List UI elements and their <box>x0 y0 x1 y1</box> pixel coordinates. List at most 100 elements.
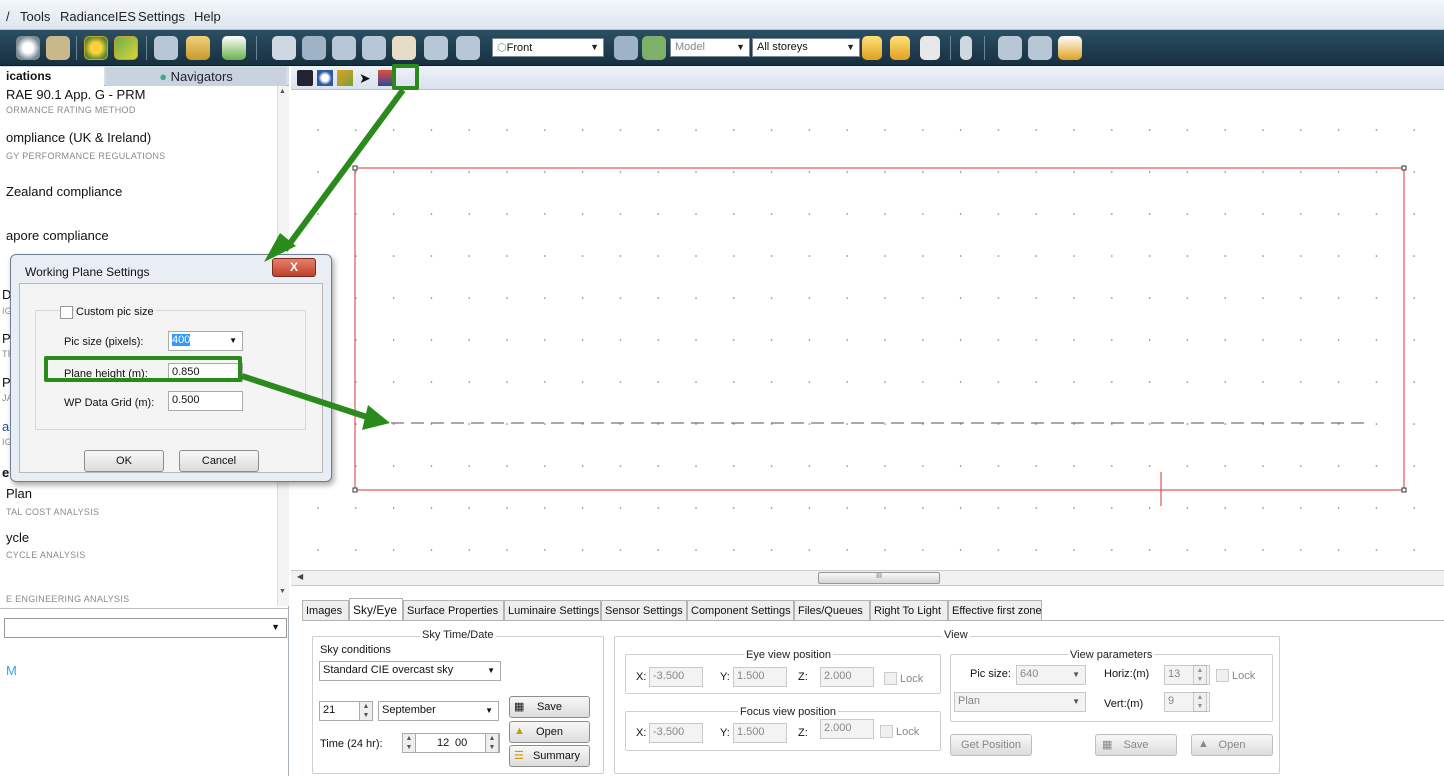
tab-component-settings[interactable]: Component Settings <box>687 600 794 620</box>
zoom-in-icon[interactable] <box>332 36 356 60</box>
focus-z-field[interactable]: 2.000 <box>820 719 874 739</box>
eye-y-field[interactable]: 1.500 <box>733 667 787 687</box>
sky-open-button[interactable]: ▲ Open <box>509 721 590 743</box>
pick-icon[interactable] <box>337 70 353 86</box>
menu-help[interactable]: Help <box>194 9 221 24</box>
scroll-left-icon[interactable]: ◀ <box>297 572 303 581</box>
day-stepper[interactable]: ▲ ▼ <box>359 701 373 721</box>
room-corner-handle[interactable] <box>352 487 358 493</box>
list-item-subtitle: CYCLE ANALYSIS <box>6 550 86 560</box>
tab-images[interactable]: Images <box>302 600 349 620</box>
navigator-tab-icon: ● <box>159 69 168 84</box>
sky-summary-button[interactable]: ☰ Summary <box>509 745 590 767</box>
room-corner-handle[interactable] <box>1401 165 1407 171</box>
minute-stepper[interactable]: ▲ ▼ <box>485 733 499 753</box>
tab-right-to-light[interactable]: Right To Light <box>870 600 948 620</box>
tab-surface-properties[interactable]: Surface Properties <box>403 600 504 620</box>
scroll-down-icon[interactable]: ▼ <box>279 588 286 595</box>
pic-size-select[interactable]: 400 ▼ <box>168 331 243 351</box>
rotate-back-icon[interactable] <box>456 36 480 60</box>
eye-x-field[interactable]: -3.500 <box>649 667 703 687</box>
pan-icon[interactable] <box>392 36 416 60</box>
highlight-plane-height <box>44 356 242 382</box>
list-item[interactable]: ompliance (UK & Ireland) <box>6 130 151 145</box>
storey-select[interactable]: All storeys ▼ <box>752 38 860 57</box>
vert-stepper[interactable]: ▲ ▼ <box>1193 692 1207 712</box>
view-icon[interactable] <box>16 36 40 60</box>
prev-icon[interactable] <box>614 36 638 60</box>
tab-files-queues[interactable]: Files/Queues <box>794 600 870 620</box>
wp-grid-field[interactable]: 0.500 <box>168 391 243 411</box>
horiz-stepper[interactable]: ▲ ▼ <box>1193 665 1207 685</box>
mode-select[interactable]: Model ▼ <box>670 38 750 57</box>
render-icon[interactable] <box>1058 36 1082 60</box>
view-lock-checkbox[interactable] <box>1216 669 1229 682</box>
model-icon[interactable] <box>114 36 138 60</box>
menu-radianceies[interactable]: RadianceIES <box>60 9 136 24</box>
room-corner-handle[interactable] <box>352 165 358 171</box>
list-item[interactable]: Plan <box>6 486 32 501</box>
view-pic-size-select[interactable]: 640 ▼ <box>1016 665 1086 685</box>
tab-effective-first-zone[interactable]: Effective first zone <box>948 600 1042 620</box>
month-select[interactable]: September ▼ <box>378 701 499 721</box>
rotate-icon[interactable] <box>424 36 448 60</box>
page-icon[interactable] <box>920 36 940 60</box>
sky-save-button[interactable]: ▦ Save <box>509 696 590 718</box>
sky-conditions-select[interactable]: Standard CIE overcast sky ▼ <box>319 661 501 681</box>
custom-pic-size-checkbox[interactable] <box>60 306 73 319</box>
cancel-button[interactable]: Cancel <box>179 450 259 472</box>
layers-icon[interactable] <box>222 36 246 60</box>
view-open-button[interactable]: ▲ Open <box>1191 734 1273 756</box>
component-icon[interactable] <box>154 36 178 60</box>
save-icon[interactable] <box>297 70 313 86</box>
down-icon[interactable] <box>890 36 910 60</box>
focus-lock-checkbox[interactable] <box>880 725 893 738</box>
ok-button[interactable]: OK <box>84 450 164 472</box>
list-item[interactable]: RAE 90.1 App. G - PRM <box>6 87 145 102</box>
axis-icon[interactable] <box>998 36 1022 60</box>
horiz-label: Horiz:(m) <box>1104 668 1150 680</box>
pointer-icon[interactable]: ➤ <box>359 70 375 86</box>
drawing-canvas[interactable] <box>291 90 1444 570</box>
sky-group-title: Sky Time/Date <box>420 629 496 641</box>
projection-select[interactable]: Plan ▼ <box>954 692 1086 712</box>
list-icon[interactable] <box>186 36 210 60</box>
list-item[interactable]: e <box>2 465 9 480</box>
canvas-scrollbar[interactable]: ◀ III <box>291 570 1444 586</box>
scroll-thumb[interactable]: III <box>818 572 940 584</box>
next-icon[interactable] <box>642 36 666 60</box>
apps-icon[interactable] <box>46 36 70 60</box>
tab-applications[interactable]: ications <box>0 67 104 86</box>
up-icon[interactable] <box>862 36 882 60</box>
zoom-window-icon[interactable] <box>302 36 326 60</box>
list-item[interactable]: Zealand compliance <box>6 184 122 199</box>
eye-z-field[interactable]: 2.000 <box>820 667 874 687</box>
list-item[interactable]: ycle <box>6 530 29 545</box>
menu-settings[interactable]: Settings <box>138 9 185 24</box>
zoom-extents-icon[interactable] <box>272 36 296 60</box>
get-position-button[interactable]: Get Position <box>950 734 1032 756</box>
menu-tools[interactable]: Tools <box>20 9 50 24</box>
focus-x-field[interactable]: -3.500 <box>649 723 703 743</box>
orbit-icon[interactable] <box>1028 36 1052 60</box>
projection-value: Plan <box>958 695 981 707</box>
left-panel-dropdown[interactable]: ▼ <box>4 618 287 638</box>
eye-lock-checkbox[interactable] <box>884 672 897 685</box>
focus-y-field[interactable]: 1.500 <box>733 723 787 743</box>
tab-navigators[interactable]: ● Navigators <box>106 67 286 86</box>
zoom-out-icon[interactable] <box>362 36 386 60</box>
view-select[interactable]: ⬡Front ▼ <box>492 38 604 57</box>
list-item-m[interactable]: M <box>6 663 17 678</box>
tab-sky-eye[interactable]: Sky/Eye <box>349 598 403 620</box>
close-icon[interactable]: X <box>272 258 316 277</box>
scroll-up-icon[interactable]: ▲ <box>279 88 286 95</box>
list-item[interactable]: apore compliance <box>6 228 109 243</box>
north-icon[interactable] <box>960 36 972 60</box>
room-corner-handle[interactable] <box>1401 487 1407 493</box>
tab-sensor-settings[interactable]: Sensor Settings <box>601 600 687 620</box>
zoom-icon[interactable] <box>317 70 333 86</box>
tab-luminaire-settings[interactable]: Luminaire Settings <box>504 600 601 620</box>
navigator-icon[interactable] <box>84 36 108 60</box>
view-save-button[interactable]: ▦ Save <box>1095 734 1177 756</box>
hour-stepper[interactable]: ▲ ▼ <box>402 733 416 753</box>
